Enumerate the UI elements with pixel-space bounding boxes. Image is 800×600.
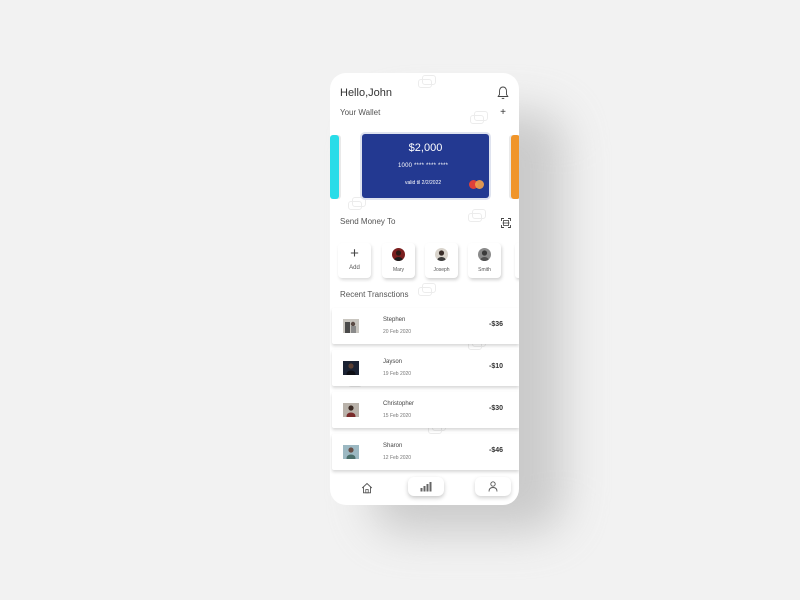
transaction-row[interactable]: Christopher 15 Feb 2020 -$30: [332, 392, 519, 428]
watermark-coin-icon: [470, 111, 488, 124]
card-number: 1000 **** **** ****: [398, 163, 449, 169]
wallet-card-prev[interactable]: [330, 135, 339, 199]
avatar: [435, 248, 448, 261]
avatar: [478, 248, 491, 261]
contact-more[interactable]: [515, 243, 519, 278]
stats-icon[interactable]: [408, 477, 444, 496]
contact-name: Mary: [392, 267, 405, 273]
bell-icon[interactable]: [496, 85, 510, 101]
send-money-title: Send Money To: [340, 217, 396, 226]
transaction-amount: -$10: [489, 363, 504, 370]
phone-screen: Hello,John Your Wallet + $2,000 1000 ***…: [330, 73, 519, 505]
watermark-coin-icon: [418, 75, 436, 88]
transaction-date: 19 Feb 2020: [383, 371, 412, 377]
transaction-avatar: [343, 361, 359, 375]
transaction-row[interactable]: Sharon 12 Feb 2020 -$46: [332, 434, 519, 470]
wallet-card[interactable]: $2,000 1000 **** **** **** valid til 2/2…: [362, 134, 489, 198]
transaction-amount: -$30: [489, 405, 504, 412]
transaction-row[interactable]: Jayson 19 Feb 2020 -$10: [332, 350, 519, 386]
contact-smith[interactable]: Smith: [468, 243, 501, 278]
transaction-name: Stephen: [383, 317, 406, 323]
transaction-avatar: [343, 319, 359, 333]
avatar: [392, 248, 405, 261]
transaction-date: 15 Feb 2020: [383, 413, 412, 419]
transaction-row[interactable]: Stephen 20 Feb 2020 -$36: [332, 308, 519, 344]
transaction-name: Jayson: [383, 359, 403, 365]
transaction-avatar: [343, 445, 359, 459]
watermark-coin-icon: [418, 283, 436, 296]
wallet-title: Your Wallet: [340, 108, 381, 117]
transaction-amount: -$36: [489, 321, 504, 328]
wallet-card-next[interactable]: [511, 135, 519, 199]
add-contact-label: Add: [349, 265, 360, 271]
contact-joseph[interactable]: Joseph: [425, 243, 458, 278]
contact-name: Joseph: [433, 267, 450, 273]
card-balance: $2,000: [408, 142, 443, 154]
plus-icon: +: [350, 245, 359, 262]
transaction-avatar: [343, 403, 359, 417]
transaction-name: Christopher: [383, 401, 415, 407]
transaction-name: Sharon: [383, 443, 403, 449]
watermark-coin-icon: [348, 197, 366, 210]
bottom-nav: [330, 473, 519, 505]
add-contact-button[interactable]: + Add: [338, 243, 371, 278]
qr-scan-icon[interactable]: [501, 215, 511, 228]
recent-transactions-title: Recent Transctions: [340, 290, 409, 299]
mockup-stage: Hello,John Your Wallet + $2,000 1000 ***…: [0, 0, 800, 600]
mastercard-icon: [469, 180, 485, 189]
contact-name: Smith: [478, 267, 491, 273]
watermark-coin-icon: [468, 209, 486, 222]
profile-icon[interactable]: [475, 477, 511, 496]
transaction-amount: -$46: [489, 447, 504, 454]
card-expiry: valid til 2/2/2022: [405, 180, 442, 186]
home-icon[interactable]: [361, 481, 373, 494]
transaction-date: 20 Feb 2020: [383, 329, 412, 335]
contact-mary[interactable]: Mary: [382, 243, 415, 278]
greeting-text: Hello,John: [340, 87, 392, 99]
transaction-date: 12 Feb 2020: [383, 455, 412, 461]
add-card-button[interactable]: +: [498, 108, 508, 118]
